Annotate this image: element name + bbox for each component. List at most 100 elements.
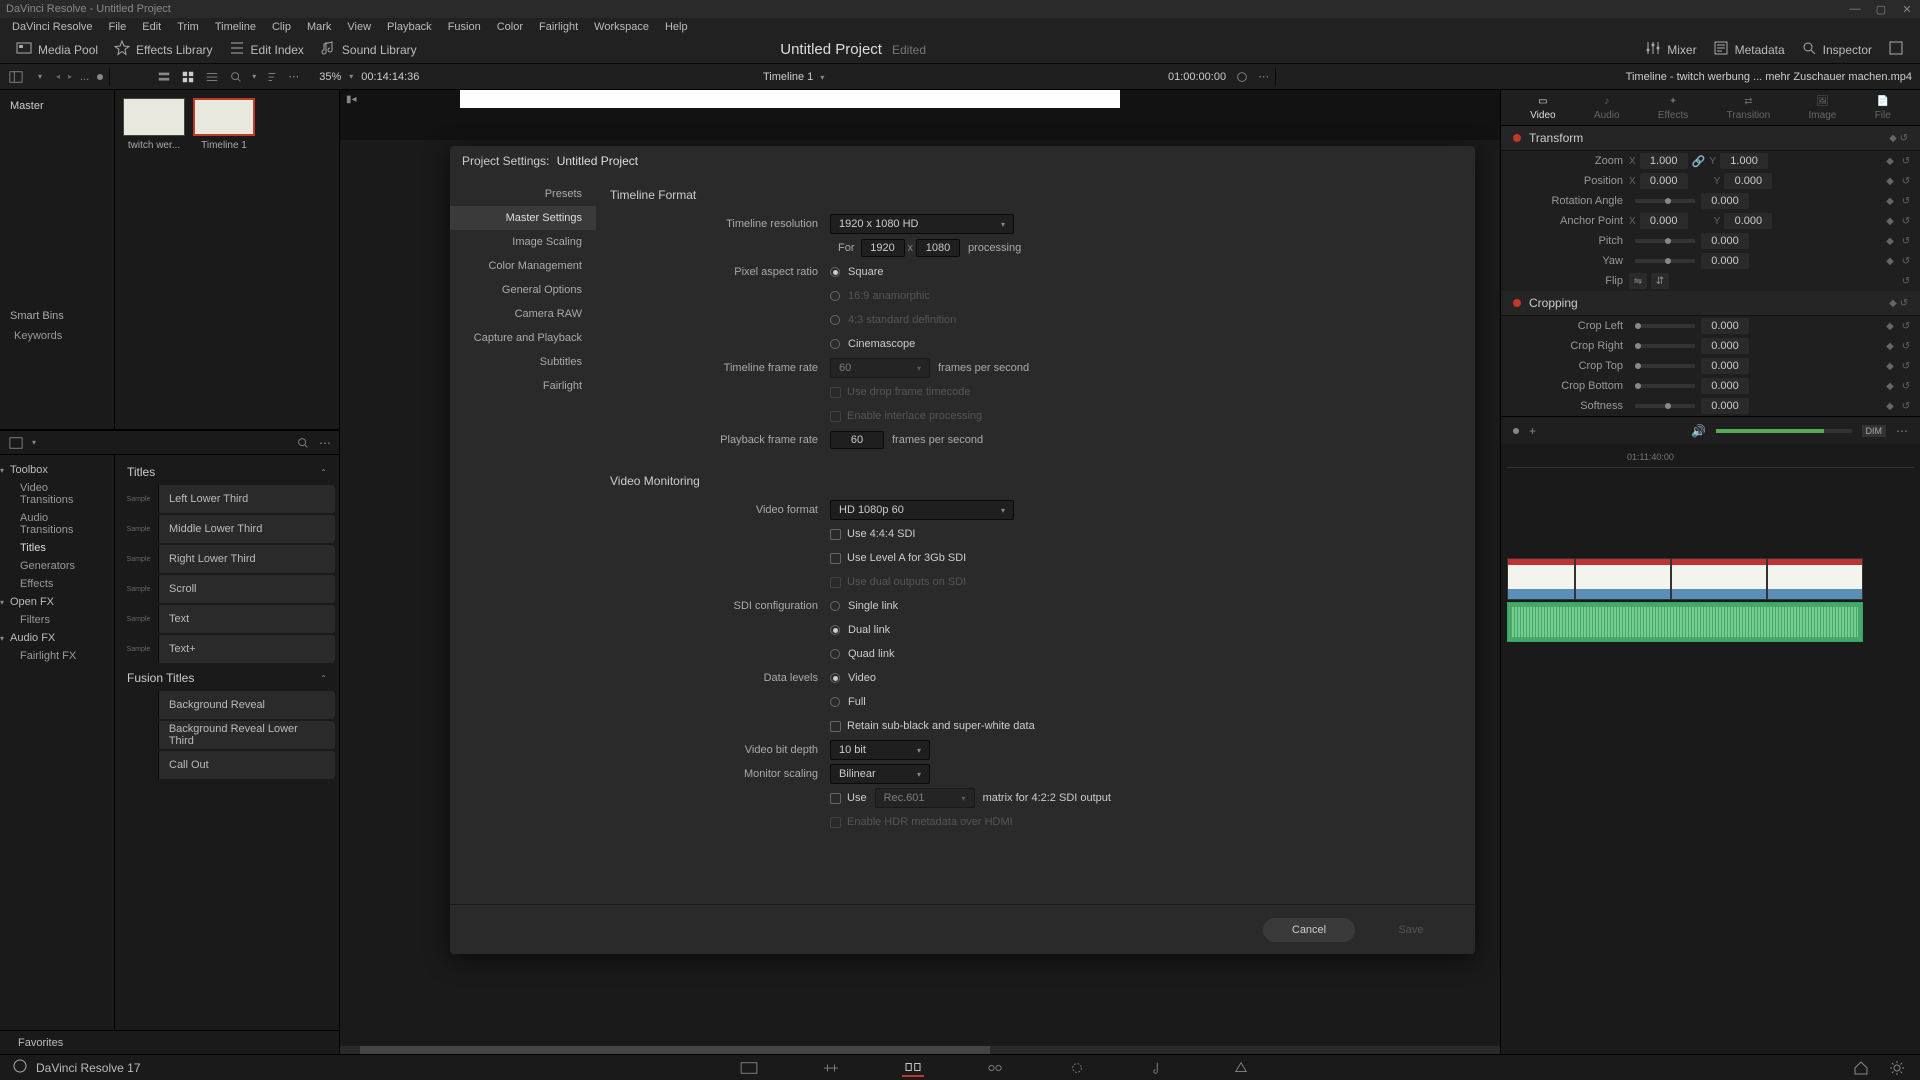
dim-toggle[interactable]: DIM xyxy=(1862,425,1887,437)
inspector-tab-effects[interactable]: ✦Effects xyxy=(1658,95,1688,121)
keyframe-icon[interactable]: ◆ xyxy=(1884,155,1896,167)
fx-item[interactable]: SampleScroll xyxy=(119,575,335,603)
settings-nav-general-options[interactable]: General Options xyxy=(450,278,596,302)
fx-cat-effects[interactable]: Effects xyxy=(0,575,114,593)
chevron-down-icon[interactable]: ▾ xyxy=(252,72,256,81)
matrix-use-check[interactable] xyxy=(830,793,841,804)
layout-icon[interactable] xyxy=(8,69,24,85)
edit-page-icon[interactable] xyxy=(902,1059,924,1077)
clip-item[interactable]: twitch wer... xyxy=(123,98,185,151)
zoom-percent[interactable]: 35% xyxy=(319,71,341,83)
retain-check[interactable] xyxy=(830,721,841,732)
fx-item[interactable]: SampleText xyxy=(119,605,335,633)
speaker-icon[interactable]: 🔊 xyxy=(1691,424,1706,438)
menu-davinci-resolve[interactable]: DaVinci Resolve xyxy=(4,21,101,33)
chevron-down-icon[interactable]: ▾ xyxy=(32,69,48,85)
menu-fairlight[interactable]: Fairlight xyxy=(531,21,586,33)
yaw-slider[interactable] xyxy=(1635,259,1695,263)
monitor-scaling-dropdown[interactable]: Bilinear▾ xyxy=(830,764,930,784)
zoom-x-input[interactable] xyxy=(1640,153,1688,169)
metadata-button[interactable]: Metadata xyxy=(1705,36,1793,63)
menu-playback[interactable]: Playback xyxy=(379,21,440,33)
inspector-button[interactable]: Inspector xyxy=(1793,36,1880,63)
timeline-name[interactable]: Timeline 1 ▾ xyxy=(763,71,824,83)
search-icon[interactable] xyxy=(228,69,244,85)
anchor-x-input[interactable] xyxy=(1640,213,1688,229)
menu-help[interactable]: Help xyxy=(657,21,696,33)
gear-icon[interactable] xyxy=(1886,1059,1908,1077)
fx-item[interactable]: Background Reveal xyxy=(119,691,335,719)
edit-index-button[interactable]: Edit Index xyxy=(221,36,312,63)
menu-edit[interactable]: Edit xyxy=(134,21,169,33)
crop-top-input[interactable] xyxy=(1701,358,1749,374)
close-icon[interactable]: ✕ xyxy=(1900,2,1914,16)
layout-icon[interactable] xyxy=(8,435,24,451)
transform-header[interactable]: Transform ◆ ↺ xyxy=(1501,126,1920,151)
settings-nav-fairlight[interactable]: Fairlight xyxy=(450,374,596,398)
menu-workspace[interactable]: Workspace xyxy=(586,21,657,33)
video-clip[interactable] xyxy=(1507,558,1575,600)
media-pool-button[interactable]: Media Pool xyxy=(8,36,106,63)
effects-library-button[interactable]: Effects Library xyxy=(106,36,220,63)
data-video-radio[interactable] xyxy=(830,673,840,683)
video-clip[interactable] xyxy=(1575,558,1671,600)
link-icon[interactable]: 🔗 xyxy=(1692,155,1706,168)
sync-icon[interactable] xyxy=(1234,69,1250,85)
par-cscope-radio[interactable] xyxy=(830,339,840,349)
fx-cat-toolbox[interactable]: Toolbox xyxy=(0,461,114,479)
chevron-down-icon[interactable]: ▾ xyxy=(349,72,353,81)
fx-cat-audio-transitions[interactable]: Audio Transitions xyxy=(0,509,114,539)
video-clip[interactable] xyxy=(1767,558,1863,600)
inspector-tab-image[interactable]: 🖼Image xyxy=(1809,95,1837,121)
pitch-input[interactable] xyxy=(1701,233,1749,249)
add-kf-icon[interactable]: + xyxy=(1529,424,1536,438)
detail-view-icon[interactable] xyxy=(204,69,220,85)
fx-cat-titles[interactable]: Titles xyxy=(0,539,114,557)
menu-fusion[interactable]: Fusion xyxy=(440,21,489,33)
fx-cat-audio-fx[interactable]: Audio FX xyxy=(0,629,114,647)
reset-icon[interactable]: ↺ xyxy=(1900,155,1912,167)
fx-item[interactable]: SampleText+ xyxy=(119,635,335,663)
anchor-y-input[interactable] xyxy=(1724,213,1772,229)
fx-item[interactable]: SampleMiddle Lower Third xyxy=(119,515,335,543)
inspector-tab-file[interactable]: 📄File xyxy=(1875,95,1891,121)
inspector-tab-transition[interactable]: ⇄Transition xyxy=(1727,95,1771,121)
sdi-quad-radio[interactable] xyxy=(830,649,840,659)
data-full-radio[interactable] xyxy=(830,697,840,707)
mixer-button[interactable]: Mixer xyxy=(1637,36,1704,63)
inspector-tab-video[interactable]: ▭Video xyxy=(1530,95,1555,121)
video-clip[interactable] xyxy=(1671,558,1767,600)
search-icon[interactable] xyxy=(295,435,311,451)
inspector-tab-audio[interactable]: ♪Audio xyxy=(1594,95,1620,121)
maximize-icon[interactable]: ▢ xyxy=(1874,2,1888,16)
master-bin[interactable]: Master xyxy=(0,96,114,116)
enable-dot-icon[interactable] xyxy=(1513,134,1521,142)
deliver-page-icon[interactable] xyxy=(1230,1059,1252,1077)
width-input[interactable] xyxy=(861,239,905,257)
cropping-header[interactable]: Cropping ◆ ↺ xyxy=(1501,291,1920,316)
fx-cat-fairlight-fx[interactable]: Fairlight FX xyxy=(0,647,114,665)
menu-view[interactable]: View xyxy=(339,21,379,33)
fx-cat-generators[interactable]: Generators xyxy=(0,557,114,575)
video-format-dropdown[interactable]: HD 1080p 60▾ xyxy=(830,500,1014,520)
chevron-down-icon[interactable]: ▾ xyxy=(32,438,36,447)
home-icon[interactable] xyxy=(1850,1059,1872,1077)
menu-file[interactable]: File xyxy=(101,21,135,33)
settings-nav-image-scaling[interactable]: Image Scaling xyxy=(450,230,596,254)
color-page-icon[interactable] xyxy=(1066,1059,1088,1077)
expand-button[interactable] xyxy=(1880,36,1912,63)
fusion-page-icon[interactable] xyxy=(984,1059,1006,1077)
fx-item[interactable]: SampleLeft Lower Third xyxy=(119,485,335,513)
cancel-button[interactable]: Cancel xyxy=(1263,918,1355,942)
height-input[interactable] xyxy=(916,239,960,257)
fx-item[interactable]: Call Out xyxy=(119,751,335,779)
flip-v-button[interactable]: ⇵ xyxy=(1651,273,1669,289)
softness-input[interactable] xyxy=(1701,398,1749,414)
fx-cat-filters[interactable]: Filters xyxy=(0,611,114,629)
resolution-dropdown[interactable]: 1920 x 1080 HD▾ xyxy=(830,214,1014,234)
settings-nav-capture-and-playback[interactable]: Capture and Playback xyxy=(450,326,596,350)
yaw-input[interactable] xyxy=(1701,253,1749,269)
settings-nav-subtitles[interactable]: Subtitles xyxy=(450,350,596,374)
fx-item[interactable]: Background Reveal Lower Third xyxy=(119,721,335,749)
media-page-icon[interactable] xyxy=(738,1059,760,1077)
